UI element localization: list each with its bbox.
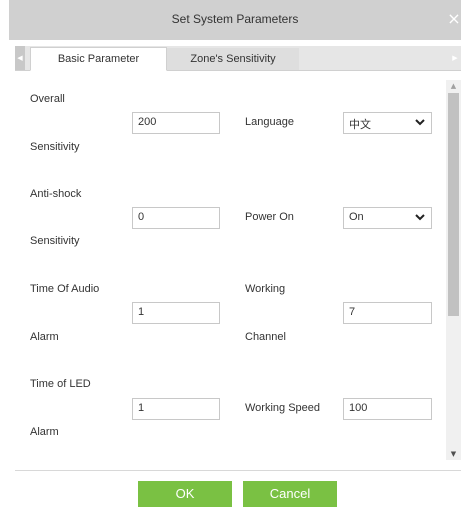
working-channel-label-line1: Working: [245, 283, 286, 295]
vertical-scrollbar[interactable]: ▲ ▼: [446, 80, 461, 460]
chevron-down-icon: [415, 214, 425, 221]
ok-button[interactable]: OK: [138, 481, 232, 507]
scroll-up-icon[interactable]: ▲: [446, 80, 461, 92]
basic-parameter-panel: Overall Sensitivity 200 Language 中文 Anti…: [15, 71, 446, 460]
audio-alarm-time-input[interactable]: 1: [132, 302, 220, 324]
close-icon[interactable]: ×: [447, 9, 461, 29]
working-speed-label: Working Speed: [245, 402, 321, 414]
language-select[interactable]: 中文: [343, 112, 432, 134]
working-speed-input[interactable]: 100: [343, 398, 432, 420]
chevron-down-icon: [415, 119, 425, 126]
dialog-title: Set System Parameters: [171, 12, 299, 26]
tab-scroll-left-icon[interactable]: ◀: [15, 46, 25, 70]
antishock-sensitivity-label-line1: Anti-shock: [30, 188, 82, 200]
power-on-select[interactable]: On: [343, 207, 432, 229]
led-alarm-time-input[interactable]: 1: [132, 398, 220, 420]
led-alarm-time-label-line1: Time of LED: [30, 378, 91, 390]
overall-sensitivity-input[interactable]: 200: [132, 112, 220, 134]
led-alarm-time-label-line2: Alarm: [30, 426, 59, 438]
set-system-parameters-dialog: Set System Parameters × ◀ Basic Paramete…: [0, 0, 461, 511]
power-on-select-value: On: [349, 211, 364, 223]
scroll-down-icon[interactable]: ▼: [446, 448, 461, 460]
left-edge: [0, 40, 9, 511]
audio-alarm-time-label-line1: Time Of Audio: [30, 283, 100, 295]
working-channel-label-line2: Channel: [245, 331, 286, 343]
footer-divider: [15, 470, 461, 471]
antishock-sensitivity-label-line2: Sensitivity: [30, 235, 80, 247]
audio-alarm-time-label-line2: Alarm: [30, 331, 59, 343]
power-on-label: Power On: [245, 211, 294, 223]
cancel-button[interactable]: Cancel: [243, 481, 337, 507]
tab-scroll-right-icon[interactable]: ▶: [449, 46, 461, 70]
antishock-sensitivity-input[interactable]: 0: [132, 207, 220, 229]
scrollbar-thumb[interactable]: [448, 93, 459, 316]
tab-bar: ◀ Basic Parameter Zone's Sensitivity ▶: [15, 46, 461, 71]
overall-sensitivity-label-line2: Sensitivity: [30, 141, 80, 153]
overall-sensitivity-label-line1: Overall: [30, 93, 65, 105]
working-channel-input[interactable]: 7: [343, 302, 432, 324]
language-select-value: 中文: [349, 119, 371, 131]
title-bar[interactable]: Set System Parameters ×: [9, 0, 461, 40]
language-label: Language: [245, 116, 294, 128]
tab-basic-parameter[interactable]: Basic Parameter: [30, 47, 167, 71]
tab-zones-sensitivity[interactable]: Zone's Sensitivity: [167, 48, 299, 70]
